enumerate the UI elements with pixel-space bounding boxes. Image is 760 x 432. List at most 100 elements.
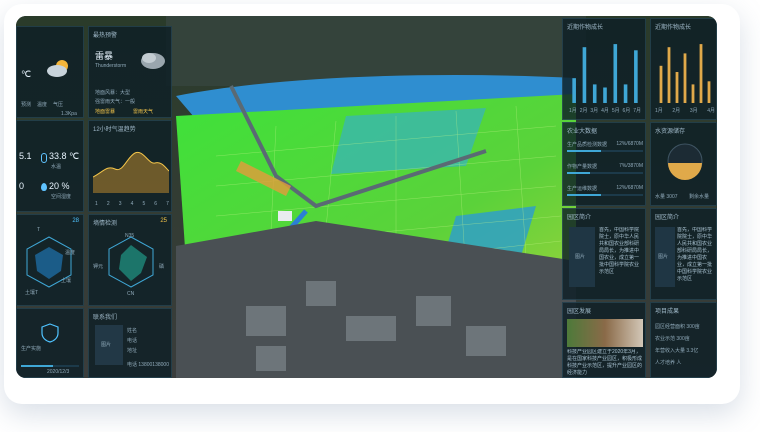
production-date: 2020/12/3 xyxy=(47,369,70,375)
results-title: 项目成果 xyxy=(655,309,680,315)
xtick-3: 3 xyxy=(118,201,122,207)
bars1-xtick-7: 7月 xyxy=(633,108,641,114)
radar-panel-left: 28 T 温度 土壤T 土壤 xyxy=(16,214,84,306)
bar-chart-panel-2: 近期作物成长 1月 2月 3月 4月 xyxy=(650,18,717,120)
bars2-bar-5 xyxy=(691,84,695,103)
intro-1-photo: 图片 xyxy=(569,227,595,287)
radar-label-l2: 温度 xyxy=(65,250,76,256)
bars2-bar-3 xyxy=(675,72,679,103)
result-item-4: 人才培养 人 xyxy=(655,360,682,366)
bar-chart-1-xticks: 1月 2月 3月 4月 5月 6月 7月 xyxy=(569,107,641,114)
bars1-xtick-3: 3月 xyxy=(590,108,599,114)
contact-photo: 图片 xyxy=(95,325,123,365)
radar-mid-right: 磷 xyxy=(159,264,165,270)
alert-name-en: Thunderstorm xyxy=(95,63,127,69)
contact-title: 联系我们 xyxy=(93,315,118,321)
xtick-1: 1 xyxy=(95,201,98,207)
bars1-bar-3 xyxy=(592,84,597,103)
result-item-3: 年营收入大量 3.3亿 xyxy=(655,348,699,354)
intro-panel-1: 园区简介 图片 首先，中国科学院院士，原中华人民共和国农业部科研局局长，为推进中… xyxy=(562,208,646,300)
production-progress xyxy=(21,365,79,367)
indicator-label-3: 生产运维数据 xyxy=(567,186,598,192)
indicator-panel: 农业大数据 生产品质检测数据 12%/6870M 作物产量数据 7%/3870M… xyxy=(562,122,646,206)
indicator-value-1: 12%/6870M xyxy=(616,141,643,147)
indicator-label-1: 生产品质检测数据 xyxy=(567,142,608,148)
intro-2-text: 首先，中国科学院院士，原中华人民共和国农业部科研局局长，为推进中国农业，成立第一… xyxy=(677,227,713,282)
env-panel: 5.1 0 33.8 ℃ 水温 20 % 空间湿度 xyxy=(16,120,84,212)
alert-panel: 最热预警 雷暴 Thunderstorm 地面风暴：大型 强雷雨天气：一般 地面… xyxy=(88,26,172,118)
badge-right: 25 xyxy=(160,218,167,224)
legend-temp: 温度 xyxy=(37,102,48,108)
bars1-xtick-6: 6月 xyxy=(622,108,631,114)
radar-title: 墒情检测 xyxy=(93,221,118,227)
bars2-xtick-4: 4月 xyxy=(707,108,715,114)
xtick-7: 7 xyxy=(166,201,169,207)
intro-2-title: 园区简介 xyxy=(655,215,680,221)
radar-panel-right: 墒情检测 25 N35 钾元 磷 CN xyxy=(88,214,172,306)
results-panel: 项目成果 园区经营面积 300亩 农业示范 300亩 年营收入大量 3.3亿 人… xyxy=(650,302,717,378)
contact-row-3: 地址 xyxy=(127,348,138,354)
indicator-row-2: 作物产量数据 7%/3870M xyxy=(567,163,643,174)
bars2-bar-1 xyxy=(659,65,663,103)
radar-label-r1: N35 xyxy=(125,233,135,239)
intro-1-title: 园区简介 xyxy=(567,215,592,221)
bar-chart-panel-1: 近期作物成长 1月 2月 3月 4月 5月 6月 7月 xyxy=(562,18,646,120)
alert-tag-1[interactable]: 地面雷暴 xyxy=(95,108,115,115)
water-stat-2: 剩余水量 xyxy=(689,194,710,200)
intro-1-photo-label: 图片 xyxy=(575,254,586,260)
indicator-label-2: 作物产量数据 xyxy=(567,164,598,170)
alert-panel-title: 最热预警 xyxy=(93,33,118,39)
bars1-xtick-2: 2月 xyxy=(579,108,588,114)
indicator-row-3: 生产运维数据 12%/6870M xyxy=(567,185,643,196)
intro-2-photo-label: 图片 xyxy=(658,254,669,260)
indicator-title: 农业大数据 xyxy=(567,129,598,135)
contact-row-2: 电话 xyxy=(127,338,138,344)
contact-photo-label: 图片 xyxy=(101,342,112,348)
bar-chart-1 xyxy=(572,44,638,103)
bars2-xtick-3: 3月 xyxy=(689,108,698,114)
water-title: 水资源储存 xyxy=(655,129,686,135)
result-item-1: 园区经营面积 300亩 xyxy=(655,324,700,330)
env-value-2: 0 xyxy=(19,181,25,191)
bars2-bar-7 xyxy=(707,81,711,103)
bar-chart-2-xticks: 1月 2月 3月 4月 xyxy=(655,107,715,114)
temp-trend-chart xyxy=(93,151,169,193)
bar-chart-2 xyxy=(659,44,711,103)
legend-pressure: 气压 xyxy=(53,102,64,108)
bars1-bar-5 xyxy=(613,44,618,103)
bars1-bar-1 xyxy=(572,78,576,103)
bars1-xtick-4: 4月 xyxy=(601,108,609,114)
radar-hexagon-right xyxy=(108,236,154,288)
xtick-6: 6 xyxy=(154,201,158,207)
alert-note-1: 地面风暴：大型 xyxy=(95,90,131,96)
temperature-unit: ℃ xyxy=(21,69,32,79)
alert-tag-2[interactable]: 雷雨天气 xyxy=(133,108,153,115)
water-panel: 水资源储存 水量 3007 剩余水量 xyxy=(650,122,717,206)
contact-row-1: 姓名 xyxy=(127,328,138,334)
indicator-bar-2 xyxy=(567,172,590,174)
temp-trend-xticks: 1 2 3 4 5 6 7 xyxy=(95,201,169,207)
bar-chart-1-title: 近期作物成长 xyxy=(567,25,604,31)
thermometer-icon xyxy=(41,153,47,163)
production-panel: 生产实施 2020/12/3 xyxy=(16,308,84,378)
radar-label-l4: 土壤 xyxy=(61,278,72,284)
contact-panel: 联系我们 图片 姓名 电话 地址 电话 13800138000 xyxy=(88,308,172,378)
water-gauge xyxy=(667,143,703,180)
indicator-bar-1 xyxy=(567,150,602,152)
humidity-icon xyxy=(41,183,47,191)
water-stat-1: 水量 3007 xyxy=(655,194,678,200)
bars1-bar-2 xyxy=(582,47,587,103)
temp-trend-title: 12小时气温趋势 xyxy=(93,127,136,133)
dashboard-screen: ℃ 预测 温度 气压 1.3Kpa 最热预警 雷暴 Thunderstorm 地… xyxy=(16,16,717,378)
weather-panel: ℃ 预测 温度 气压 1.3Kpa xyxy=(16,26,84,118)
legend-predict: 预测 xyxy=(21,102,32,108)
park-text: 科技产业园区建立于2020年3月，是在国家科技产业园区，积极形成科技产业示范区，… xyxy=(567,349,643,376)
bars2-bar-6 xyxy=(699,44,703,103)
humidity-label: 空间湿度 xyxy=(51,194,72,200)
bar-chart-2-title: 近期作物成长 xyxy=(655,25,692,31)
bars2-bar-4 xyxy=(683,53,687,103)
xtick-5: 5 xyxy=(142,201,146,207)
indicator-value-2: 7%/3870M xyxy=(619,163,643,169)
result-item-2: 农业示范 300亩 xyxy=(655,336,690,342)
bars1-bar-6 xyxy=(623,84,628,103)
